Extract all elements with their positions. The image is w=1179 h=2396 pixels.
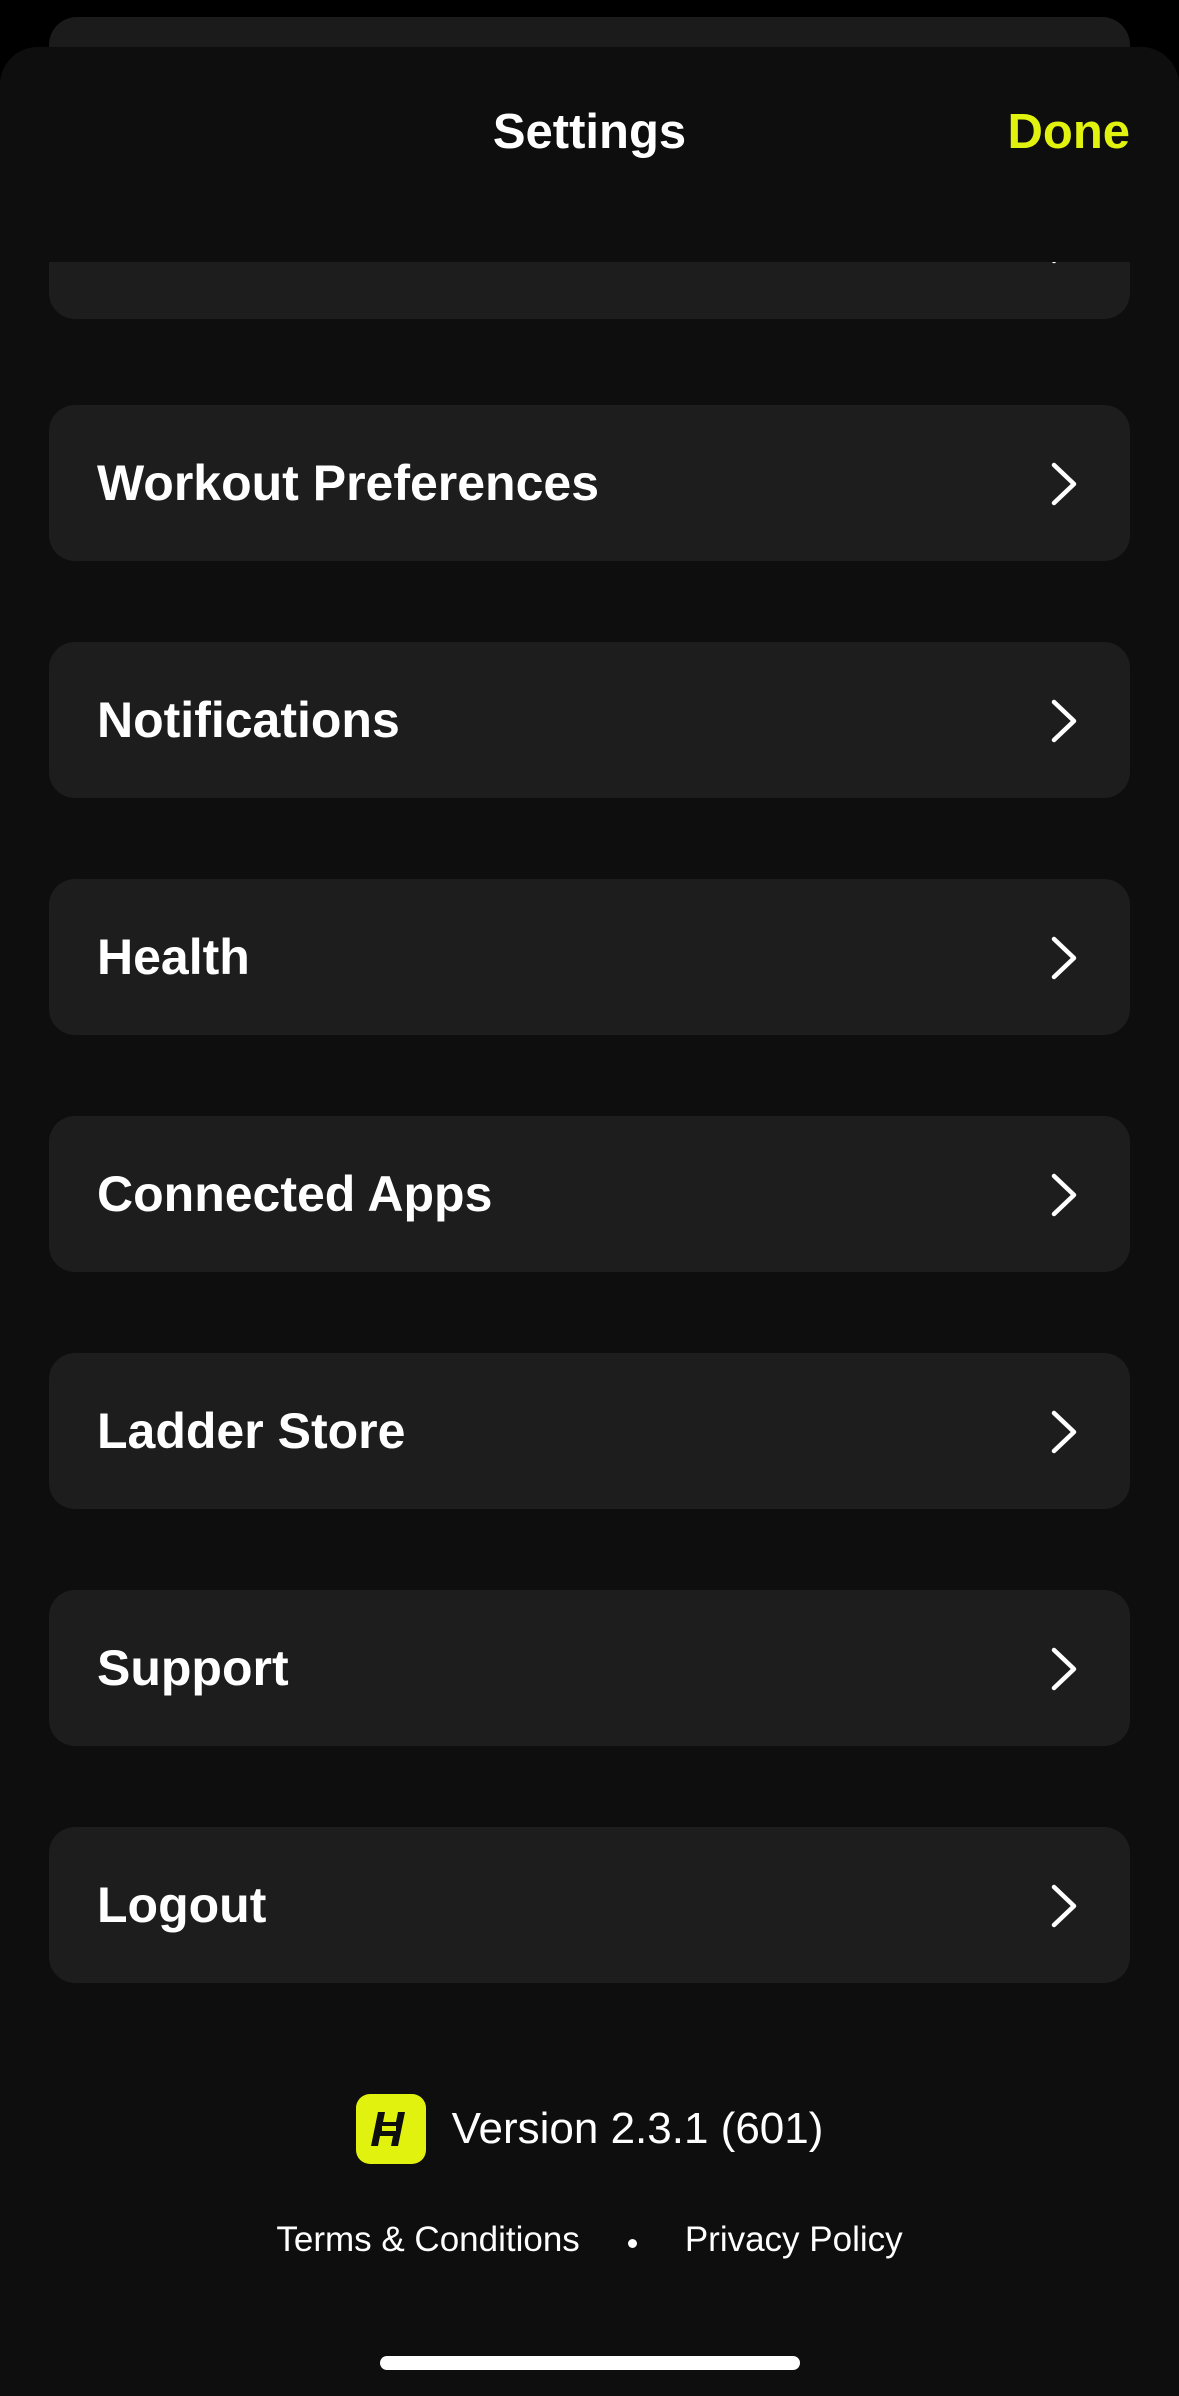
terms-link[interactable]: Terms & Conditions [276,2220,579,2260]
settings-row-support[interactable]: Support [49,1590,1130,1746]
settings-row-workout-preferences[interactable]: Workout Preferences [49,405,1130,561]
settings-row-label: Support [97,1640,289,1696]
page-title: Settings [492,105,687,159]
settings-row-ladder-store[interactable]: Ladder Store [49,1353,1130,1509]
chevron-right-icon [1051,1410,1077,1454]
chevron-right-icon [1051,1884,1077,1928]
separator-dot [627,2238,637,2248]
home-indicator[interactable] [380,2356,800,2370]
chevron-right-icon [1051,1173,1077,1217]
settings-row-label: Workout Preferences [97,455,600,511]
settings-row-connected-apps[interactable]: Connected Apps [49,1116,1130,1272]
ladder-logo-icon [355,2094,426,2164]
settings-row-label: Notifications [97,692,400,748]
settings-row-label: Logout [97,1877,267,1933]
settings-row-notifications[interactable]: Notifications [49,642,1130,798]
navigation-bar: Settings Done [0,47,1179,262]
app-version-info: Version 2.3.1 (601) [0,2093,1179,2165]
privacy-link[interactable]: Privacy Policy [685,2220,903,2260]
settings-row-label: Ladder Store [97,1403,406,1459]
chevron-right-icon [1051,1647,1077,1691]
settings-row-label: Health [97,929,250,985]
chevron-right-icon [1051,462,1077,506]
version-text: Version 2.3.1 (601) [451,2104,824,2153]
done-button[interactable]: Done [1008,102,1131,162]
settings-row-health[interactable]: Health [49,879,1130,1035]
chevron-right-icon [1051,699,1077,743]
settings-sheet: Account Details Settings Done Workout Pr… [0,47,1179,2396]
chevron-right-icon [1051,936,1077,980]
settings-row-label: Connected Apps [97,1166,493,1222]
settings-row-logout[interactable]: Logout [49,1827,1130,1983]
legal-links: Terms & Conditions Privacy Policy [0,2215,1179,2265]
